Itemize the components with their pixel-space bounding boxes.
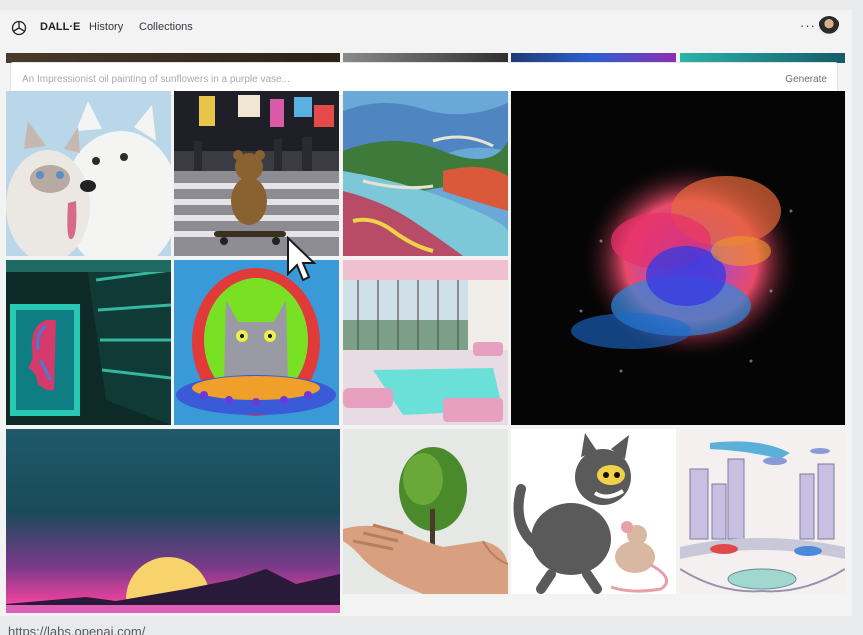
pool-room-image[interactable] xyxy=(343,260,508,425)
cat-and-dog-image[interactable] xyxy=(6,91,171,256)
teddy-bear-skateboard-image[interactable] xyxy=(174,91,339,256)
app-window: DALL·E History Collections ··· Generate xyxy=(0,10,852,616)
neon-portrait-corridor-image[interactable] xyxy=(6,260,171,425)
openai-logo-icon[interactable] xyxy=(10,19,28,37)
more-menu-button[interactable]: ··· xyxy=(800,18,816,33)
synthwave-sunset-image[interactable] xyxy=(6,429,340,613)
cartoon-cat-mouse-image[interactable] xyxy=(511,429,676,594)
brand-link[interactable]: DALL·E xyxy=(40,21,80,33)
status-url: https://labs.openai.com/ xyxy=(8,624,146,635)
futuristic-city-sketch-image[interactable] xyxy=(680,429,845,594)
cat-ufo-painting-image[interactable] xyxy=(174,260,339,425)
top-navbar: DALL·E History Collections ··· xyxy=(0,10,852,46)
generate-button[interactable]: Generate xyxy=(785,70,827,88)
nav-collections-link[interactable]: Collections xyxy=(139,21,193,33)
color-powder-explosion-image[interactable] xyxy=(511,91,845,425)
nav-history-link[interactable]: History xyxy=(89,21,123,33)
tree-in-hand-image[interactable] xyxy=(343,429,508,594)
user-avatar[interactable] xyxy=(818,16,840,38)
river-painting-image[interactable] xyxy=(343,91,508,256)
